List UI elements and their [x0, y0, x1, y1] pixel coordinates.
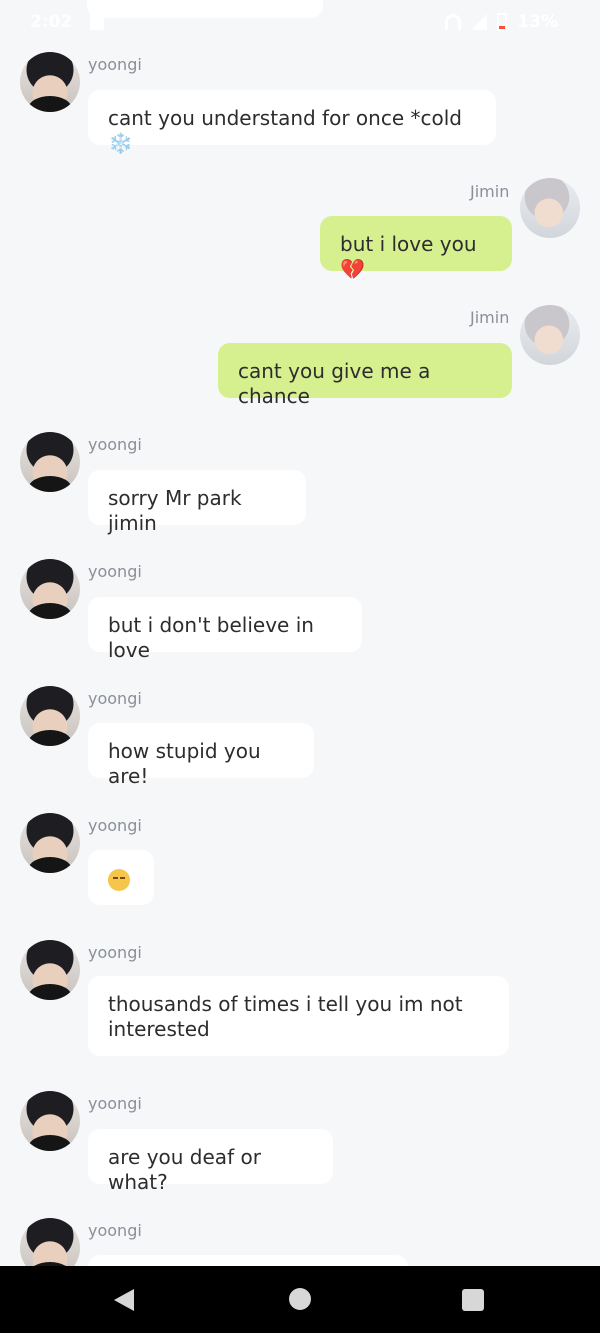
battery-percentage: 13%: [517, 12, 558, 32]
avatar-yoongi[interactable]: [20, 813, 80, 873]
message-text: are you deaf or what?: [108, 1145, 261, 1194]
message-bubble[interactable]: [88, 1255, 408, 1266]
battery-icon: [497, 13, 508, 31]
avatar-yoongi[interactable]: [20, 686, 80, 746]
message-bubble[interactable]: [88, 850, 154, 905]
avatar-yoongi[interactable]: [20, 1091, 80, 1151]
recent-apps-square-icon[interactable]: [462, 1289, 484, 1311]
back-triangle-icon[interactable]: [114, 1289, 134, 1311]
notification-icon: [90, 12, 104, 30]
snowflake-icon: ❄️: [108, 131, 133, 155]
avatar-yoongi[interactable]: [20, 52, 80, 112]
sender-name: Jimin: [470, 308, 510, 327]
avatar-jimin[interactable]: [520, 178, 580, 238]
message-text: but i love you: [340, 232, 477, 256]
navigation-bar: [0, 1266, 600, 1333]
disappointed-face-icon: [108, 869, 130, 891]
message-text: cant you give me a chance: [238, 359, 431, 408]
avatar-yoongi[interactable]: [20, 559, 80, 619]
wifi-icon: [445, 14, 462, 30]
message-text: sorry Mr park jimin: [108, 486, 242, 535]
message-bubble[interactable]: thousands of times i tell you im not int…: [88, 976, 509, 1056]
sender-name: yoongi: [88, 1221, 142, 1240]
message-bubble[interactable]: are you deaf or what?: [88, 1129, 333, 1194]
message-bubble[interactable]: how stupid you are!: [88, 723, 314, 788]
sender-name: yoongi: [88, 689, 142, 708]
avatar-jimin[interactable]: [520, 305, 580, 365]
chat-thread[interactable]: yoongi cant you understand for once *col…: [0, 0, 600, 1266]
sender-name: yoongi: [88, 943, 142, 962]
message-text: how stupid you are!: [108, 739, 261, 788]
sender-name: yoongi: [88, 55, 142, 74]
message-bubble[interactable]: cant you give me a chance: [218, 343, 512, 408]
signal-icon: [471, 14, 488, 30]
sender-name: yoongi: [88, 1094, 142, 1113]
message-bubble[interactable]: but i don't believe in love: [88, 597, 362, 662]
home-circle-icon[interactable]: [289, 1288, 311, 1310]
sender-name: yoongi: [88, 816, 142, 835]
avatar-yoongi[interactable]: [20, 940, 80, 1000]
message-bubble[interactable]: but i love you💔: [320, 216, 512, 281]
avatar-yoongi[interactable]: [20, 432, 80, 492]
avatar-yoongi[interactable]: [20, 1218, 80, 1266]
message-bubble[interactable]: cant you understand for once *cold ❄️: [88, 90, 496, 155]
message-text: but i don't believe in love: [108, 613, 314, 662]
message-text: cant you understand for once *cold: [108, 106, 462, 130]
sender-name: yoongi: [88, 435, 142, 454]
broken-heart-icon: 💔: [340, 257, 365, 281]
sender-name: yoongi: [88, 562, 142, 581]
message-text: thousands of times i tell you im not int…: [108, 992, 463, 1041]
status-time: 2:02: [30, 12, 73, 32]
status-bar: 2:02 13%: [0, 0, 600, 42]
sender-name: Jimin: [470, 182, 510, 201]
message-bubble[interactable]: sorry Mr park jimin: [88, 470, 306, 535]
status-icons: 13%: [445, 12, 558, 32]
